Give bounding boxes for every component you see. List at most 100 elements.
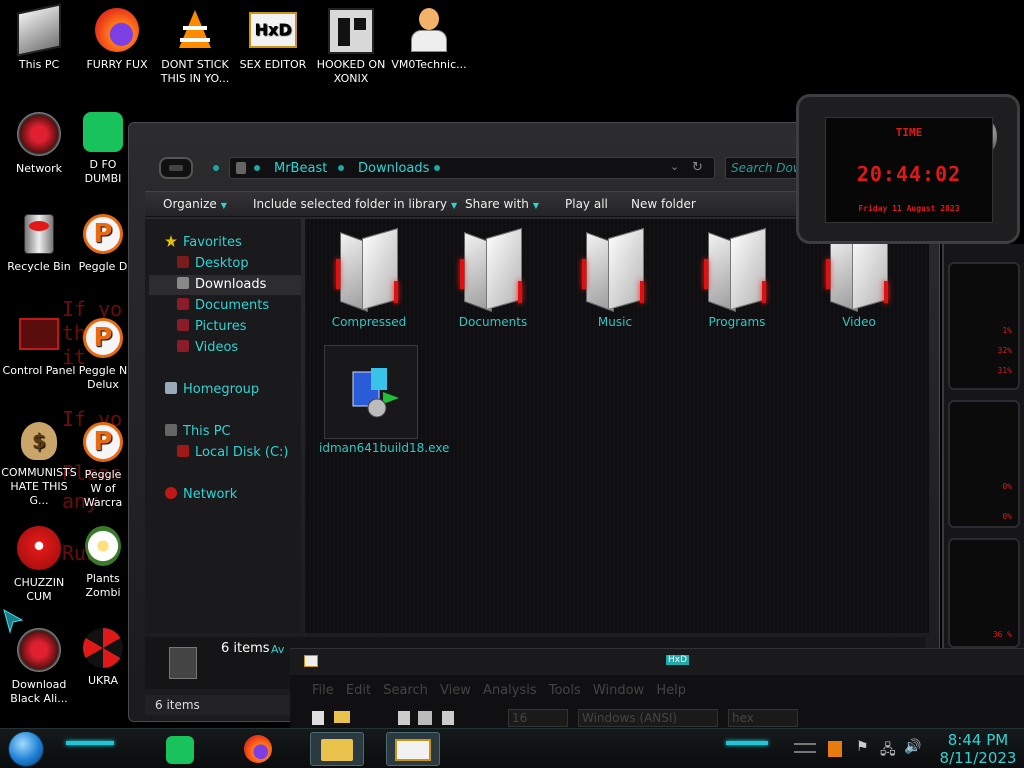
save-all-icon[interactable] bbox=[418, 711, 432, 725]
breadcrumb-separator-icon bbox=[434, 165, 440, 171]
desktop-icon-recycle-bin[interactable]: Recycle Bin bbox=[0, 214, 78, 274]
chevron-down-icon[interactable]: ⌄ bbox=[670, 160, 679, 173]
desktop-icon-network[interactable]: Network bbox=[0, 112, 78, 176]
share-with-button[interactable]: Share with ▼ bbox=[465, 197, 539, 211]
nav-favorites[interactable]: Favorites bbox=[165, 233, 317, 253]
firefox-icon bbox=[95, 8, 139, 52]
properties-icon[interactable] bbox=[442, 711, 454, 725]
desktop-icon-communists[interactable]: $ COMMUNISTS HATE THIS G... bbox=[0, 422, 78, 508]
desktop-icon-ukra[interactable]: UKRA bbox=[78, 628, 128, 688]
folder-documents[interactable]: Documents bbox=[443, 227, 543, 329]
navigation-pane: Favorites Desktop Downloads Documents Pi… bbox=[145, 219, 301, 633]
menu-edit[interactable]: Edit bbox=[346, 683, 371, 698]
desktop-icon-control-panel[interactable]: Control Panel bbox=[0, 318, 78, 378]
bytes-per-row-select[interactable]: 16 bbox=[508, 709, 568, 727]
menu-tools[interactable]: Tools bbox=[549, 683, 581, 698]
breadcrumb-downloads[interactable]: Downloads bbox=[358, 161, 429, 176]
firefox-icon bbox=[244, 735, 272, 763]
show-hidden-icons-icon[interactable] bbox=[794, 743, 816, 753]
folder-icon bbox=[704, 227, 770, 313]
menu-search[interactable]: Search bbox=[383, 683, 428, 698]
flag-warning-icon[interactable]: ⚑ bbox=[856, 739, 869, 755]
desktop-icon-download-black-ali[interactable]: Download Black Ali... bbox=[0, 628, 78, 706]
play-all-button[interactable]: Play all bbox=[565, 197, 608, 211]
hex-editor-titlebar[interactable]: HxD bbox=[290, 649, 1024, 675]
volume-icon[interactable]: 🔊 bbox=[904, 739, 921, 755]
breadcrumb-separator-icon bbox=[338, 165, 344, 171]
new-folder-button[interactable]: New folder bbox=[631, 197, 696, 211]
desktop-icon-hooked-on-xonix[interactable]: HOOKED ON XONIX bbox=[312, 8, 390, 86]
include-in-library-button[interactable]: Include selected folder in library ▼ bbox=[253, 197, 457, 211]
organize-button[interactable]: Organize ▼ bbox=[163, 197, 227, 211]
desktop-icon-chuzzin[interactable]: CHUZZIN CUM bbox=[0, 526, 78, 604]
folder-icon bbox=[582, 227, 648, 313]
taskbar-firefox-button[interactable] bbox=[238, 732, 278, 766]
network-icon bbox=[165, 487, 177, 499]
save-icon[interactable] bbox=[398, 711, 410, 725]
menu-analysis[interactable]: Analysis bbox=[483, 683, 537, 698]
spotify-icon bbox=[83, 112, 123, 152]
vlc-cone-icon bbox=[173, 8, 217, 52]
menu-file[interactable]: File bbox=[312, 683, 334, 698]
desktop-icon-furry-fux[interactable]: FURRY FUX bbox=[78, 8, 156, 72]
refresh-icon[interactable]: ↻ bbox=[692, 160, 703, 175]
desktop-icon-this-pc[interactable]: This PC bbox=[0, 3, 78, 72]
breadcrumb-mrbeast[interactable]: MrBeast bbox=[274, 161, 327, 176]
details-availability: Av bbox=[271, 643, 285, 656]
taskbar-explorer-button[interactable] bbox=[310, 732, 364, 766]
desktop-icon-label: DONT STICK THIS IN YO... bbox=[160, 58, 230, 85]
network-tray-icon[interactable]: 🖧 bbox=[880, 739, 896, 763]
open-folder-icon[interactable] bbox=[334, 711, 350, 723]
nav-label: Local Disk (C:) bbox=[195, 445, 289, 460]
taskbar-spotify-button[interactable] bbox=[160, 732, 200, 766]
start-button[interactable] bbox=[8, 731, 44, 767]
nav-this-pc[interactable]: This PC bbox=[165, 422, 317, 442]
desktop-icon-peggle-n-delux[interactable]: P Peggle N Delux bbox=[78, 318, 128, 392]
desktop-icon-sex-editor[interactable]: HxD SEX EDITOR bbox=[234, 8, 312, 72]
display-mode-select[interactable]: hex bbox=[728, 709, 798, 727]
chevron-down-icon: ▼ bbox=[532, 201, 540, 210]
clock-display: TIME 20:44:02 Friday 11 August 2023 bbox=[825, 117, 993, 223]
folder-compressed[interactable]: Compressed bbox=[319, 227, 419, 329]
new-file-icon[interactable] bbox=[312, 711, 324, 725]
peggle-icon: P bbox=[83, 318, 123, 358]
drive-value: 0% bbox=[1002, 482, 1012, 491]
desktop-icon-plants-zombi[interactable]: Plants Zombi bbox=[78, 526, 128, 600]
menu-window[interactable]: Window bbox=[593, 683, 644, 698]
radiation-icon bbox=[83, 628, 123, 668]
desktop-icon-d-fo-dumbi[interactable]: D FO DUMBI bbox=[78, 112, 128, 186]
tray-app-icon[interactable] bbox=[828, 741, 842, 757]
menu-view[interactable]: View bbox=[440, 683, 471, 698]
desktop-icon-label: SEX EDITOR bbox=[239, 58, 307, 71]
desktop-icon-vm0technic[interactable]: VM0Technic... bbox=[390, 8, 468, 72]
mouse-cursor-icon bbox=[3, 608, 24, 634]
nav-downloads[interactable]: Downloads bbox=[149, 275, 301, 295]
cpu-value: 32% bbox=[997, 346, 1012, 355]
folder-label: Programs bbox=[708, 315, 766, 329]
desktop-icon-label: VM0Technic... bbox=[391, 58, 467, 71]
nav-homegroup[interactable]: Homegroup bbox=[165, 380, 317, 400]
desktop-icon-peggle-w[interactable]: P Peggle W of Warcra bbox=[78, 422, 128, 510]
clock-gadget[interactable]: TIME 20:44:02 Friday 11 August 2023 bbox=[796, 94, 1020, 244]
nav-network[interactable]: Network bbox=[165, 485, 317, 505]
folder-video[interactable]: Video bbox=[809, 227, 909, 329]
desktop-icon-dont-stick[interactable]: DONT STICK THIS IN YO... bbox=[156, 8, 234, 86]
desktop-icon-peggle-d[interactable]: P Peggle D bbox=[78, 214, 128, 274]
folder-music[interactable]: Music bbox=[565, 227, 665, 329]
folder-programs[interactable]: Programs bbox=[687, 227, 787, 329]
nav-label: This PC bbox=[183, 424, 231, 439]
desktop-icon-label: Recycle Bin bbox=[7, 260, 71, 273]
taskbar-clock[interactable]: 8:44 PM 8/11/2023 bbox=[936, 731, 1020, 767]
desktop-icon-label: Peggle N Delux bbox=[78, 364, 128, 391]
file-tile-idman[interactable] bbox=[324, 345, 418, 439]
charset-select[interactable]: Windows (ANSI) bbox=[578, 709, 718, 727]
address-bar[interactable]: MrBeast Downloads ⌄ ↻ bbox=[229, 157, 715, 179]
control-panel-icon bbox=[19, 318, 59, 350]
nav-label: Downloads bbox=[195, 277, 267, 292]
nav-label: Network bbox=[183, 487, 238, 502]
pictures-icon bbox=[177, 319, 189, 331]
memory-panel: 36 % bbox=[948, 538, 1020, 648]
desktop-icon-label: Download Black Ali... bbox=[10, 678, 68, 705]
taskbar-hxd-button[interactable] bbox=[386, 732, 440, 766]
menu-help[interactable]: Help bbox=[656, 683, 686, 698]
